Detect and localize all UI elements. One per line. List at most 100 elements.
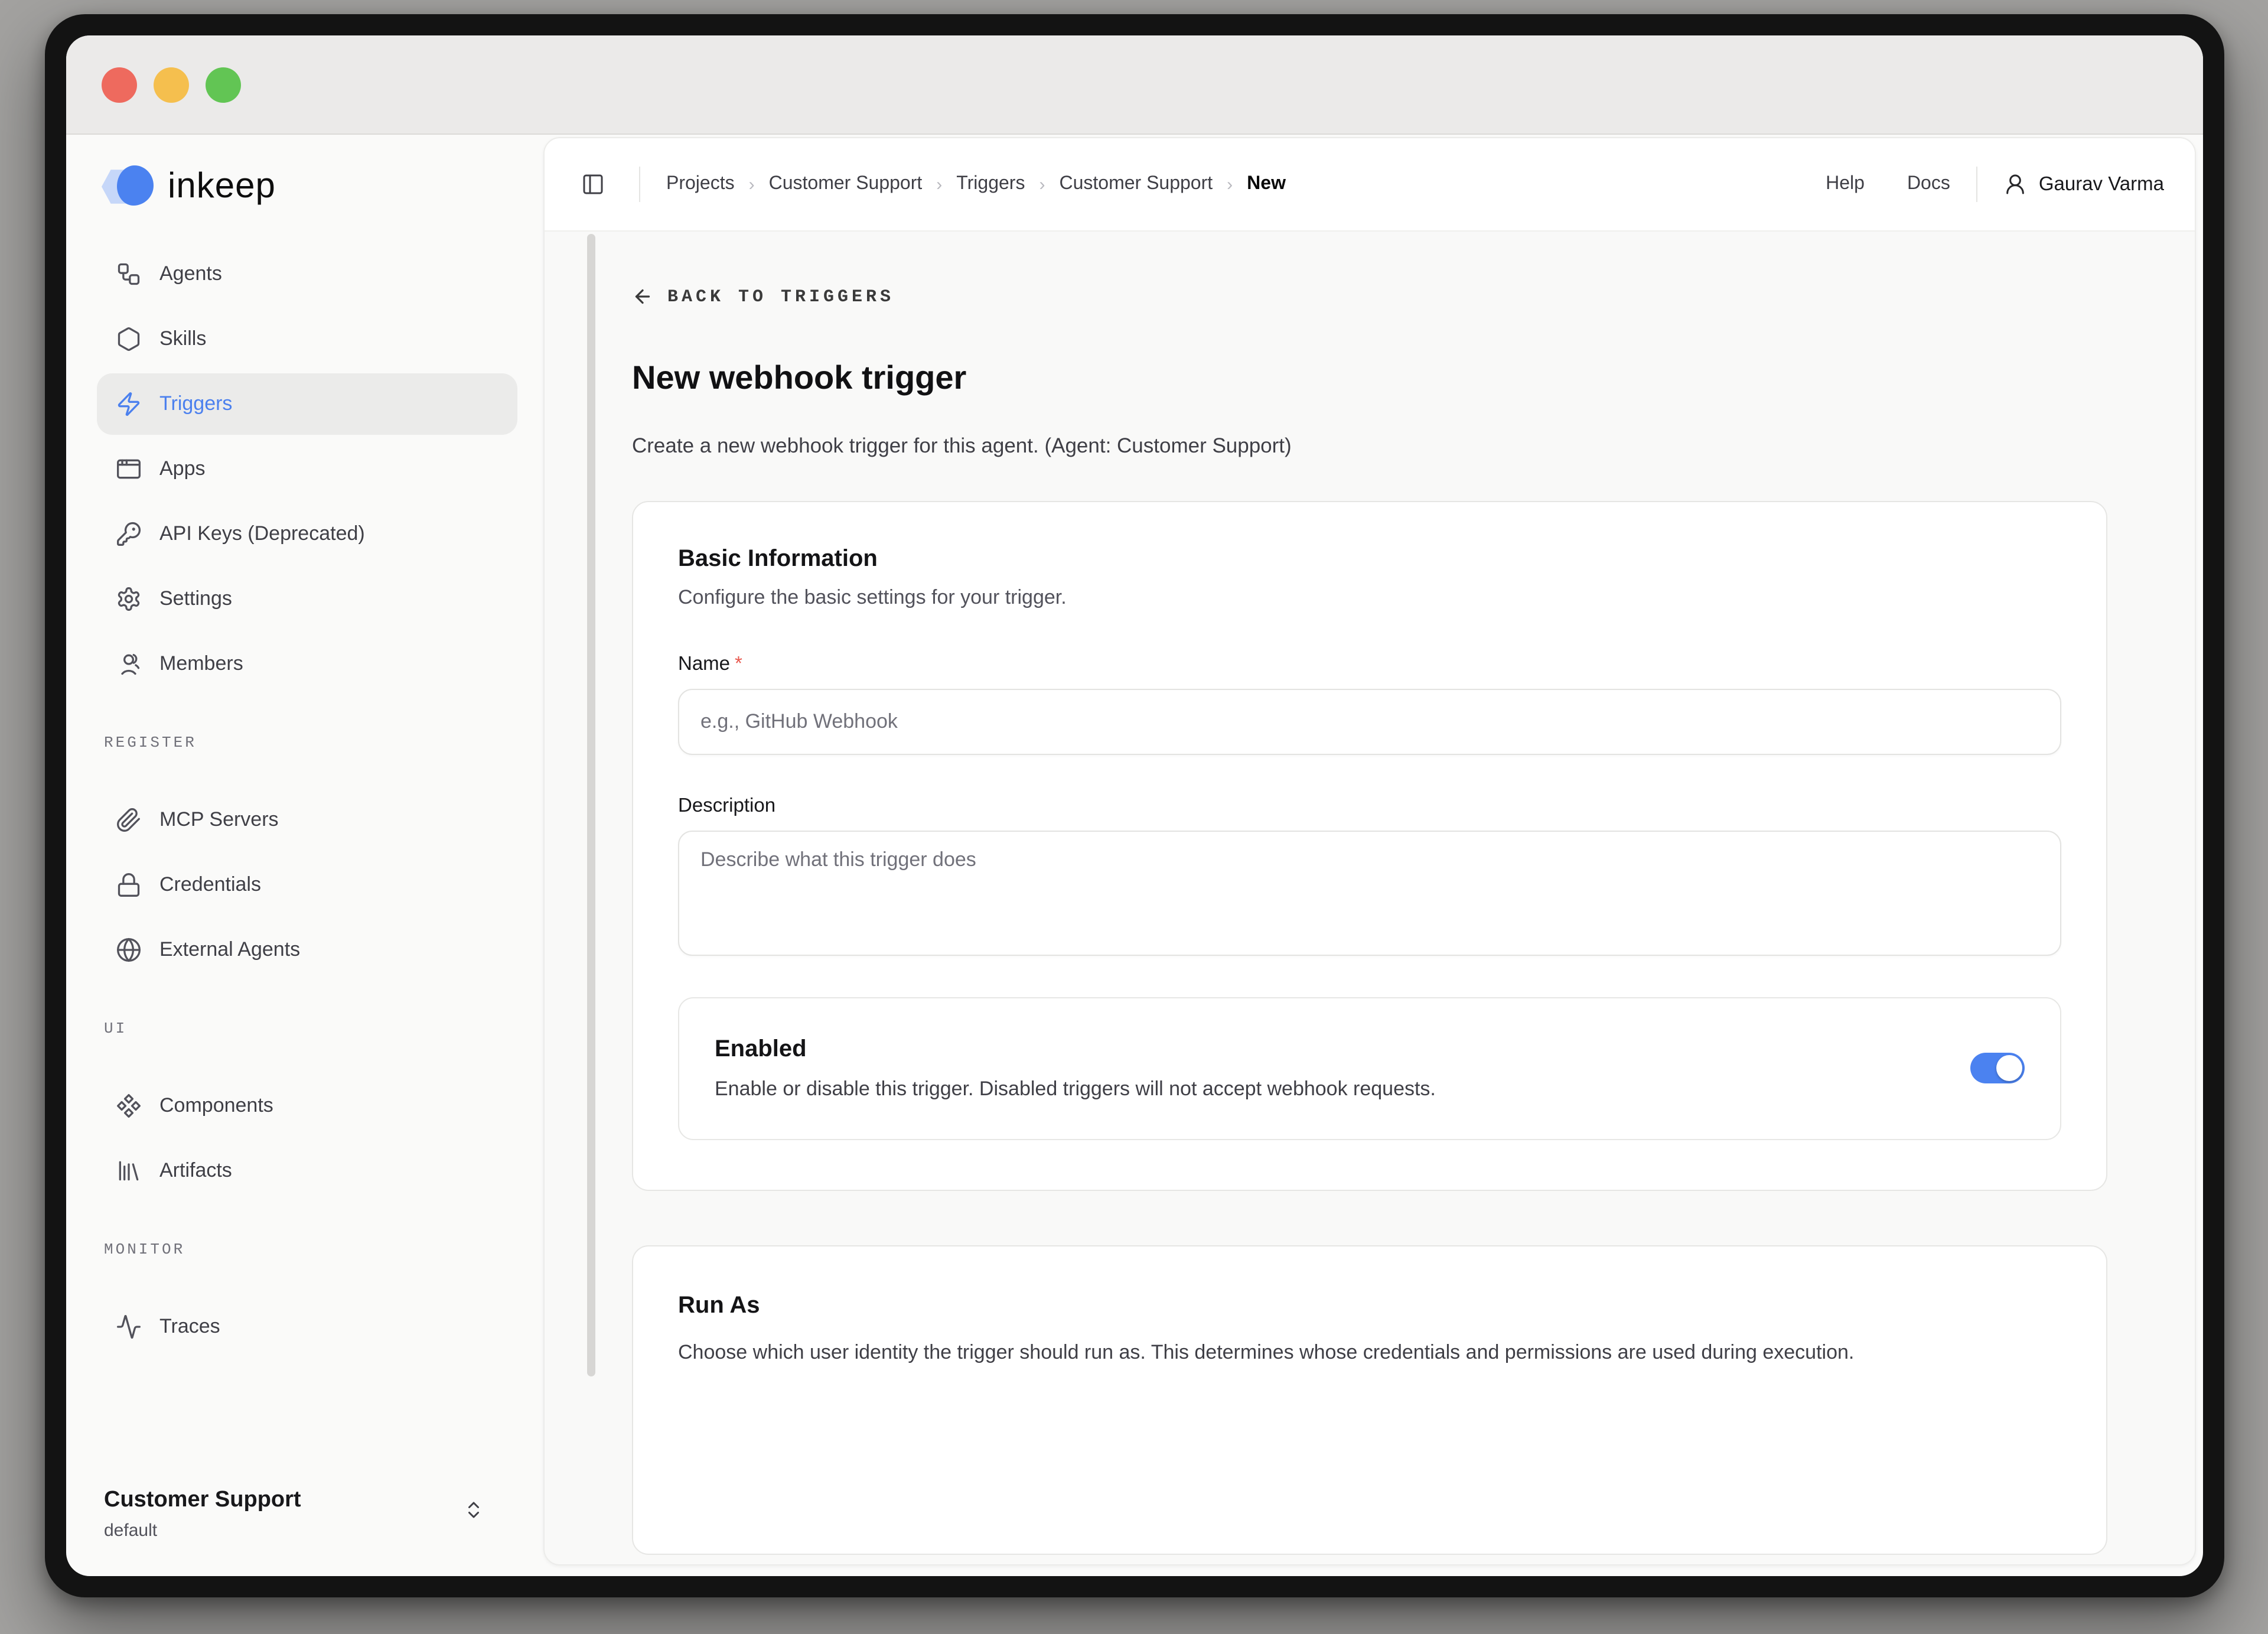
hexagon-icon (116, 326, 142, 352)
sidebar-item-api-keys[interactable]: API Keys (Deprecated) (97, 503, 517, 565)
sidebar-toggle-button[interactable] (573, 164, 613, 204)
sidebar-section-monitor: MONITOR (104, 1241, 517, 1258)
run-as-description: Choose which user identity the trigger s… (678, 1336, 2061, 1369)
inkeep-logo-text: inkeep (168, 167, 276, 207)
header-divider (1976, 167, 1977, 202)
sidebar-item-label: MCP Servers (159, 808, 279, 832)
component-icon (116, 1093, 142, 1119)
zap-icon (116, 391, 142, 417)
enabled-setting: Enabled Enable or disable this trigger. … (678, 997, 2061, 1140)
sidebar-section-ui: UI (104, 1020, 517, 1037)
breadcrumb-separator: › (1039, 174, 1045, 194)
sidebar-item-agents[interactable]: Agents (97, 243, 517, 305)
breadcrumb-project[interactable]: Customer Support (769, 174, 923, 195)
page-content: BACK TO TRIGGERS New webhook trigger Cre… (545, 232, 2195, 1564)
run-as-card: Run As Choose which user identity the tr… (632, 1245, 2107, 1555)
sidebar-item-label: Artifacts (159, 1159, 232, 1183)
user-name: Gaurav Varma (2039, 173, 2164, 196)
sidebar-item-label: Skills (159, 327, 206, 351)
required-asterisk: * (735, 653, 742, 675)
docs-link[interactable]: Docs (1907, 174, 1950, 195)
app-window: inkeep Agents Sk (45, 14, 2224, 1597)
breadcrumb-separator: › (936, 174, 942, 194)
sidebar-item-mcp-servers[interactable]: MCP Servers (97, 789, 517, 851)
back-link-label: BACK TO TRIGGERS (667, 287, 894, 307)
toggle-knob (1996, 1056, 2022, 1082)
name-label: Name* (678, 653, 742, 675)
sidebar: inkeep Agents Sk (66, 135, 543, 1576)
sidebar-item-external-agents[interactable]: External Agents (97, 919, 517, 981)
inkeep-logo-icon (102, 165, 154, 208)
breadcrumb-projects[interactable]: Projects (666, 174, 735, 195)
sidebar-item-label: Apps (159, 457, 206, 481)
sidebar-item-label: Traces (159, 1315, 220, 1339)
breadcrumb: Projects › Customer Support › Triggers ›… (666, 174, 1286, 195)
project-environment: default (104, 1521, 301, 1541)
library-icon (116, 1158, 142, 1184)
users-icon (116, 651, 142, 677)
sidebar-item-label: Settings (159, 587, 232, 611)
globe-icon (116, 937, 142, 963)
sidebar-item-label: Components (159, 1094, 273, 1118)
breadcrumb-separator: › (1227, 174, 1233, 194)
sidebar-item-label: Triggers (159, 392, 232, 416)
minimize-window-button[interactable] (154, 67, 189, 102)
app-window-icon (116, 456, 142, 482)
name-input[interactable] (678, 689, 2061, 755)
enabled-toggle[interactable] (1970, 1053, 2025, 1084)
inkeep-logo[interactable]: inkeep (97, 161, 517, 217)
basic-information-subtitle: Configure the basic settings for your tr… (678, 582, 2061, 613)
enabled-title: Enabled (715, 1034, 1942, 1065)
sidebar-item-traces[interactable]: Traces (97, 1296, 517, 1358)
main-panel: Projects › Customer Support › Triggers ›… (543, 137, 2196, 1565)
page-subtitle: Create a new webhook trigger for this ag… (632, 434, 2107, 458)
sidebar-item-credentials[interactable]: Credentials (97, 854, 517, 916)
run-as-title: Run As (678, 1289, 2061, 1322)
basic-information-title: Basic Information (678, 542, 2061, 575)
help-link[interactable]: Help (1826, 174, 1865, 195)
sidebar-scrollbar[interactable] (587, 234, 595, 1376)
mcp-icon (116, 807, 142, 833)
sidebar-item-skills[interactable]: Skills (97, 308, 517, 370)
user-icon (2003, 172, 2027, 196)
zoom-window-button[interactable] (206, 67, 241, 102)
sidebar-item-label: Credentials (159, 873, 261, 897)
basic-information-card: Basic Information Configure the basic se… (632, 501, 2107, 1191)
project-switcher[interactable]: Customer Support default (97, 1478, 517, 1545)
breadcrumb-agent[interactable]: Customer Support (1059, 174, 1213, 195)
description-label: Description (678, 795, 775, 816)
panel-header: Projects › Customer Support › Triggers ›… (545, 138, 2195, 232)
sidebar-section-register: REGISTER (104, 734, 517, 751)
page-title: New webhook trigger (632, 359, 2107, 397)
workflow-icon (116, 261, 142, 287)
sidebar-item-components[interactable]: Components (97, 1075, 517, 1137)
description-input[interactable] (678, 831, 2061, 956)
sidebar-item-label: External Agents (159, 938, 300, 962)
screen: inkeep Agents Sk (0, 0, 2268, 1634)
header-divider (639, 167, 640, 202)
activity-icon (116, 1314, 142, 1340)
lock-icon (116, 872, 142, 898)
sidebar-item-members[interactable]: Members (97, 633, 517, 695)
back-to-triggers-link[interactable]: BACK TO TRIGGERS (632, 286, 2107, 307)
breadcrumb-current: New (1247, 174, 1286, 195)
enabled-description: Enable or disable this trigger. Disabled… (715, 1075, 1942, 1104)
gear-icon (116, 586, 142, 612)
sidebar-item-apps[interactable]: Apps (97, 438, 517, 500)
breadcrumb-triggers[interactable]: Triggers (956, 174, 1025, 195)
sidebar-item-label: Members (159, 652, 243, 676)
sidebar-item-settings[interactable]: Settings (97, 568, 517, 630)
panel-left-icon (581, 172, 605, 196)
close-window-button[interactable] (102, 67, 137, 102)
chevrons-up-down-icon (463, 1499, 484, 1526)
sidebar-item-triggers[interactable]: Triggers (97, 373, 517, 435)
sidebar-item-label: Agents (159, 262, 222, 286)
arrow-left-icon (632, 286, 653, 307)
project-name: Customer Support (104, 1485, 301, 1516)
user-menu[interactable]: Gaurav Varma (2003, 172, 2164, 196)
sidebar-item-artifacts[interactable]: Artifacts (97, 1140, 517, 1202)
window-titlebar (66, 35, 2203, 135)
breadcrumb-separator: › (749, 174, 755, 194)
key-icon (116, 521, 142, 547)
sidebar-item-label: API Keys (Deprecated) (159, 522, 365, 546)
